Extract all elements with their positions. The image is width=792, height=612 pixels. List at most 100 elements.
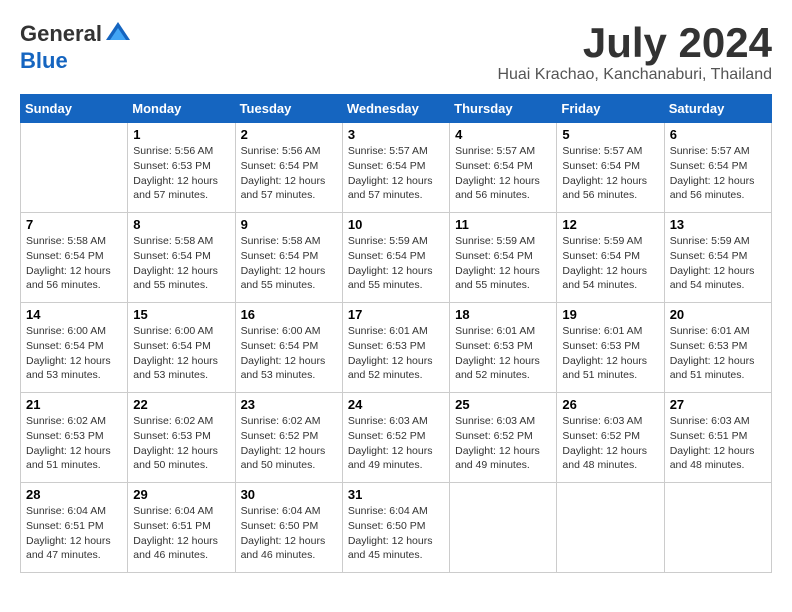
calendar-header-saturday: Saturday [664,95,771,123]
calendar-cell: 6 Sunrise: 5:57 AMSunset: 6:54 PMDaylight… [664,123,771,213]
day-info: Sunrise: 5:59 AMSunset: 6:54 PMDaylight:… [670,234,766,293]
calendar-cell: 15 Sunrise: 6:00 AMSunset: 6:54 PMDayligh… [128,303,235,393]
calendar-cell: 23 Sunrise: 6:02 AMSunset: 6:52 PMDayligh… [235,393,342,483]
calendar-table: SundayMondayTuesdayWednesdayThursdayFrid… [20,94,772,573]
page-header: General Blue July 2024 Huai Krachao, Kan… [20,20,772,84]
day-number: 6 [670,127,766,142]
calendar-cell: 18Sunrise: 6:01 AMSunset: 6:53 PMDayligh… [450,303,557,393]
calendar-cell: 27Sunrise: 6:03 AMSunset: 6:51 PMDayligh… [664,393,771,483]
calendar-cell: 2Sunrise: 5:56 AMSunset: 6:54 PMDaylight… [235,123,342,213]
calendar-cell: 28 Sunrise: 6:04 AMSunset: 6:51 PMDayligh… [21,483,128,573]
calendar-week-row: 7 Sunrise: 5:58 AMSunset: 6:54 PMDaylight… [21,213,772,303]
calendar-header-monday: Monday [128,95,235,123]
calendar-cell [557,483,664,573]
logo-general-text: General [20,21,102,47]
day-info: Sunrise: 5:58 AMSunset: 6:54 PMDaylight:… [241,234,337,293]
day-info: Sunrise: 5:56 AMSunset: 6:53 PMDaylight:… [133,144,229,203]
day-info: Sunrise: 6:04 AMSunset: 6:51 PMDaylight:… [26,504,122,563]
day-number: 10 [348,217,444,232]
day-info: Sunrise: 5:57 AMSunset: 6:54 PMDaylight:… [348,144,444,203]
day-number: 27 [670,397,766,412]
day-number: 24 [348,397,444,412]
day-number: 28 [26,487,122,502]
day-info: Sunrise: 6:03 AMSunset: 6:52 PMDaylight:… [348,414,444,473]
calendar-cell: 3 Sunrise: 5:57 AMSunset: 6:54 PMDaylight… [342,123,449,213]
calendar-cell: 10Sunrise: 5:59 AMSunset: 6:54 PMDayligh… [342,213,449,303]
calendar-cell: 11 Sunrise: 5:59 AMSunset: 6:54 PMDayligh… [450,213,557,303]
day-info: Sunrise: 6:02 AMSunset: 6:53 PMDaylight:… [26,414,122,473]
day-info: Sunrise: 5:57 AMSunset: 6:54 PMDaylight:… [455,144,551,203]
day-info: Sunrise: 5:58 AMSunset: 6:54 PMDaylight:… [133,234,229,293]
calendar-cell: 29 Sunrise: 6:04 AMSunset: 6:51 PMDayligh… [128,483,235,573]
day-info: Sunrise: 6:00 AMSunset: 6:54 PMDaylight:… [133,324,229,383]
day-number: 3 [348,127,444,142]
location-subtitle: Huai Krachao, Kanchanaburi, Thailand [497,66,772,84]
day-info: Sunrise: 6:04 AMSunset: 6:50 PMDaylight:… [241,504,337,563]
calendar-cell [664,483,771,573]
calendar-cell: 21 Sunrise: 6:02 AMSunset: 6:53 PMDayligh… [21,393,128,483]
day-number: 14 [26,307,122,322]
calendar-cell: 19 Sunrise: 6:01 AMSunset: 6:53 PMDayligh… [557,303,664,393]
day-number: 1 [133,127,229,142]
calendar-cell: 14Sunrise: 6:00 AMSunset: 6:54 PMDayligh… [21,303,128,393]
day-number: 19 [562,307,658,322]
day-number: 26 [562,397,658,412]
calendar-cell [450,483,557,573]
calendar-header-row: SundayMondayTuesdayWednesdayThursdayFrid… [21,95,772,123]
day-info: Sunrise: 5:59 AMSunset: 6:54 PMDaylight:… [455,234,551,293]
calendar-cell: 30 Sunrise: 6:04 AMSunset: 6:50 PMDayligh… [235,483,342,573]
calendar-cell: 26 Sunrise: 6:03 AMSunset: 6:52 PMDayligh… [557,393,664,483]
day-info: Sunrise: 5:59 AMSunset: 6:54 PMDaylight:… [562,234,658,293]
calendar-cell: 24 Sunrise: 6:03 AMSunset: 6:52 PMDayligh… [342,393,449,483]
day-number: 29 [133,487,229,502]
calendar-week-row: 28 Sunrise: 6:04 AMSunset: 6:51 PMDayligh… [21,483,772,573]
calendar-cell: 4 Sunrise: 5:57 AMSunset: 6:54 PMDaylight… [450,123,557,213]
calendar-cell: 9 Sunrise: 5:58 AMSunset: 6:54 PMDaylight… [235,213,342,303]
calendar-cell: 13 Sunrise: 5:59 AMSunset: 6:54 PMDayligh… [664,213,771,303]
calendar-cell: 22 Sunrise: 6:02 AMSunset: 6:53 PMDayligh… [128,393,235,483]
calendar-week-row: 21 Sunrise: 6:02 AMSunset: 6:53 PMDayligh… [21,393,772,483]
day-number: 21 [26,397,122,412]
calendar-header-friday: Friday [557,95,664,123]
calendar-cell: 12Sunrise: 5:59 AMSunset: 6:54 PMDayligh… [557,213,664,303]
calendar-week-row: 1 Sunrise: 5:56 AMSunset: 6:53 PMDaylight… [21,123,772,213]
calendar-cell: 20 Sunrise: 6:01 AMSunset: 6:53 PMDayligh… [664,303,771,393]
day-info: Sunrise: 6:01 AMSunset: 6:53 PMDaylight:… [562,324,658,383]
day-info: Sunrise: 6:01 AMSunset: 6:53 PMDaylight:… [670,324,766,383]
day-info: Sunrise: 6:03 AMSunset: 6:52 PMDaylight:… [455,414,551,473]
calendar-cell: 17Sunrise: 6:01 AMSunset: 6:53 PMDayligh… [342,303,449,393]
day-number: 2 [241,127,337,142]
day-info: Sunrise: 6:03 AMSunset: 6:52 PMDaylight:… [562,414,658,473]
logo-icon [104,20,132,48]
calendar-cell: 7 Sunrise: 5:58 AMSunset: 6:54 PMDaylight… [21,213,128,303]
month-title: July 2024 [497,20,772,66]
day-info: Sunrise: 5:57 AMSunset: 6:54 PMDaylight:… [562,144,658,203]
day-number: 15 [133,307,229,322]
day-number: 4 [455,127,551,142]
calendar-week-row: 14 Sunrise: 6:00 AMSunset: 6:54 PMDayligh… [21,303,772,393]
day-number: 13 [670,217,766,232]
day-info: Sunrise: 6:02 AMSunset: 6:52 PMDaylight:… [241,414,337,473]
day-number: 17 [348,307,444,322]
day-info: Sunrise: 5:57 AMSunset: 6:54 PMDaylight:… [670,144,766,203]
calendar-cell: 8 Sunrise: 5:58 AMSunset: 6:54 PMDaylight… [128,213,235,303]
calendar-cell: 5 Sunrise: 5:57 AMSunset: 6:54 PMDaylight… [557,123,664,213]
day-number: 31 [348,487,444,502]
day-number: 9 [241,217,337,232]
day-number: 22 [133,397,229,412]
day-info: Sunrise: 6:02 AMSunset: 6:53 PMDaylight:… [133,414,229,473]
day-number: 16 [241,307,337,322]
day-number: 18 [455,307,551,322]
day-info: Sunrise: 5:58 AMSunset: 6:54 PMDaylight:… [26,234,122,293]
day-number: 23 [241,397,337,412]
logo-blue-text: Blue [20,48,68,74]
day-number: 11 [455,217,551,232]
day-number: 5 [562,127,658,142]
day-number: 8 [133,217,229,232]
day-number: 20 [670,307,766,322]
day-number: 30 [241,487,337,502]
calendar-cell [21,123,128,213]
day-number: 7 [26,217,122,232]
day-info: Sunrise: 6:04 AMSunset: 6:51 PMDaylight:… [133,504,229,563]
day-info: Sunrise: 6:04 AMSunset: 6:50 PMDaylight:… [348,504,444,563]
